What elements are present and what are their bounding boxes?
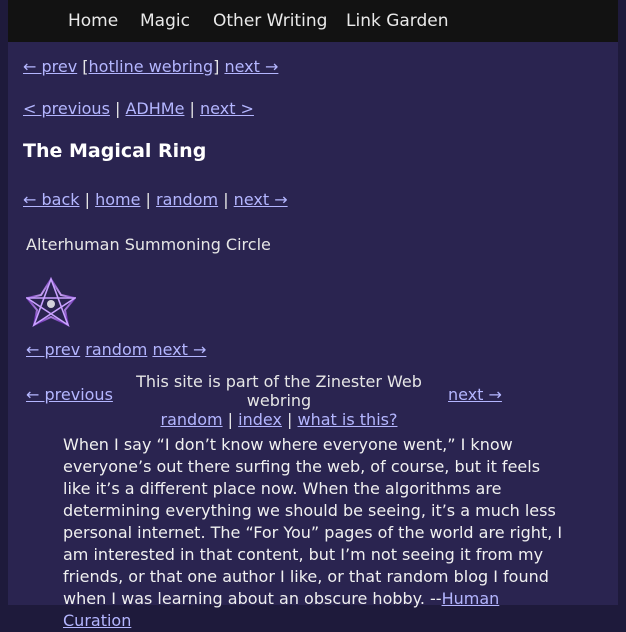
zinester-what-link[interactable]: what is this? (298, 410, 398, 429)
top-navigation: Home Magic Other Writing Link Garden (8, 0, 618, 42)
adhme-next-link[interactable]: next > (200, 99, 254, 118)
alterhuman-next-link[interactable]: next → (152, 340, 206, 359)
blockquote: When I say “I don’t know where everyone … (63, 434, 565, 632)
alterhuman-title: Alterhuman Summoning Circle (26, 235, 271, 254)
separator: | (189, 99, 195, 118)
adhme-previous-link[interactable]: < previous (23, 99, 110, 118)
alterhuman-prev-link[interactable]: ← prev (26, 340, 80, 359)
zinester-index-link[interactable]: index (238, 410, 282, 429)
hotline-webring: ← prev [hotline webring] next → (23, 57, 278, 76)
zinester-links: random | index | what is this? (114, 410, 444, 429)
alterhuman-nav: ← prev random next → (26, 340, 206, 359)
separator: | (223, 190, 229, 209)
nav-link-garden-link[interactable]: Link Garden (346, 11, 449, 31)
magical-random-link[interactable]: random (156, 190, 218, 209)
magical-ring-nav: ← back | home | random | next → (23, 190, 288, 209)
page: Home Magic Other Writing Link Garden ← p… (8, 0, 618, 630)
separator: | (84, 190, 90, 209)
zinester-description: This site is part of the Zinester Web we… (136, 372, 422, 410)
zinester-webring: ← previous This site is part of the Zine… (26, 372, 506, 429)
hotline-prev-link[interactable]: ← prev (23, 57, 77, 76)
separator: | (145, 190, 151, 209)
nav-home-link[interactable]: Home (68, 11, 118, 31)
quote-text: When I say “I don’t know where everyone … (63, 435, 563, 608)
alterhuman-random-link[interactable]: random (85, 340, 147, 359)
adhme-webring-link[interactable]: ADHMe (125, 99, 184, 118)
adhme-webring: < previous | ADHMe | next > (23, 99, 254, 118)
zinester-random-link[interactable]: random (161, 410, 223, 429)
zinester-center: This site is part of the Zinester Web we… (114, 372, 444, 429)
magical-back-link[interactable]: ← back (23, 190, 80, 209)
magical-next-link[interactable]: next → (234, 190, 288, 209)
nav-magic-link[interactable]: Magic (140, 11, 190, 31)
separator: | (227, 410, 234, 429)
nav-other-writing-link[interactable]: Other Writing (213, 11, 327, 31)
magical-ring-title: The Magical Ring (23, 140, 207, 162)
separator: | (115, 99, 121, 118)
zinester-next-link[interactable]: next → (448, 385, 502, 404)
bracket-close: ] (213, 57, 220, 76)
hotline-next-link[interactable]: next → (224, 57, 278, 76)
zinester-previous-link[interactable]: ← previous (26, 385, 113, 404)
magical-home-link[interactable]: home (95, 190, 140, 209)
heptagram-star-icon[interactable] (26, 276, 76, 328)
hotline-webring-link[interactable]: hotline webring (89, 57, 214, 76)
separator: | (287, 410, 293, 429)
